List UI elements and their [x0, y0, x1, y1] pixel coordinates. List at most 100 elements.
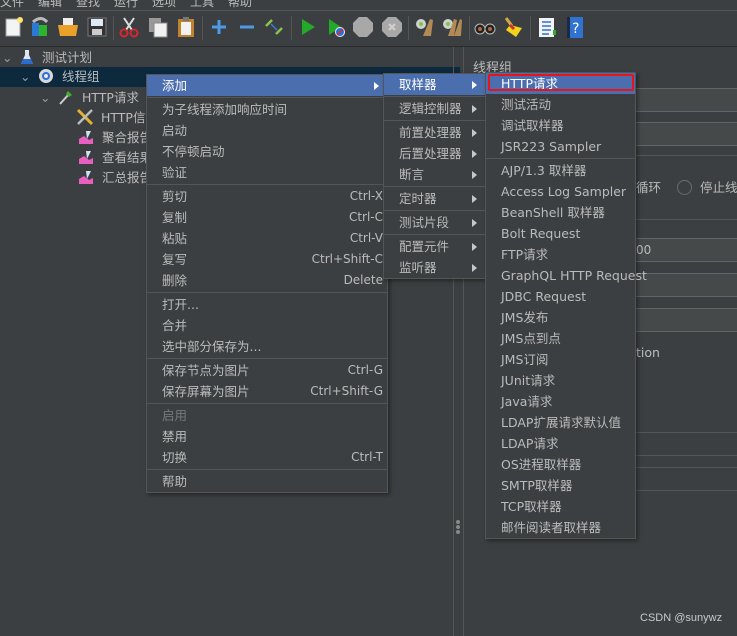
menu-item-pre-processors[interactable]: 前置处理器 — [384, 122, 485, 143]
menu-item-open[interactable]: 打开... — [147, 294, 387, 315]
menu-item-graphql-request[interactable]: GraphQL HTTP Request — [486, 265, 647, 286]
menu-options[interactable]: 选项 — [152, 0, 176, 10]
duration-field[interactable] — [636, 308, 737, 332]
shutdown-icon[interactable] — [381, 16, 403, 38]
clear-all-icon[interactable] — [441, 16, 463, 38]
tree-item-aggregate-report[interactable]: 聚合报告 — [78, 128, 152, 148]
tree-item-http-request[interactable]: ⌄ HTTP请求 — [40, 88, 139, 108]
chevron-down-icon[interactable]: ⌄ — [2, 48, 14, 68]
chevron-down-icon[interactable]: ⌄ — [40, 88, 52, 108]
expand-all-icon[interactable] — [208, 16, 230, 38]
chevron-down-icon[interactable]: ⌄ — [20, 67, 32, 87]
menu-item-listener[interactable]: 监听器 — [384, 257, 485, 278]
menu-item-add[interactable]: 添加 — [147, 75, 387, 96]
cut-icon[interactable] — [118, 16, 140, 38]
menu-item-label: 保存屏幕为图片 — [162, 384, 250, 399]
menu-item-jms-point-to-point[interactable]: JMS点到点 — [486, 328, 635, 349]
menu-item-start-no-pauses[interactable]: 不停顿启动 — [147, 141, 387, 162]
menu-item-smtp-sampler[interactable]: SMTP取样器 — [486, 475, 635, 496]
loop-count-field[interactable] — [636, 273, 737, 297]
menu-file[interactable]: 文件 — [0, 0, 24, 10]
open-icon[interactable] — [57, 16, 79, 38]
start-no-pauses-icon[interactable] — [325, 16, 347, 38]
tree-item-test-plan[interactable]: ⌄ 测试计划 — [2, 48, 92, 68]
menu-item-logic-controller[interactable]: 逻辑控制器 — [384, 98, 485, 119]
search-icon[interactable] — [474, 16, 496, 38]
menu-item-test-fragment[interactable]: 测试片段 — [384, 212, 485, 233]
menu-tools[interactable]: 工具 — [190, 0, 214, 10]
menu-item-save-selection-as[interactable]: 选中部分保存为... — [147, 336, 387, 357]
menu-item-jms-publisher[interactable]: JMS发布 — [486, 307, 635, 328]
tree-item-summary-report[interactable]: 汇总报告 — [78, 168, 152, 188]
menu-item-bolt-request[interactable]: Bolt Request — [486, 223, 635, 244]
start-icon[interactable] — [297, 16, 319, 38]
paste-icon[interactable] — [175, 16, 197, 38]
menu-item-jms-subscriber[interactable]: JMS订阅 — [486, 349, 635, 370]
menu-item-assertions[interactable]: 断言 — [384, 164, 485, 185]
clear-icon[interactable] — [413, 16, 435, 38]
menu-item-java-request[interactable]: Java请求 — [486, 391, 635, 412]
menu-item-save-screen-as-image[interactable]: 保存屏幕为图片 Ctrl+Shift-G — [147, 381, 387, 402]
templates-icon[interactable] — [30, 16, 52, 38]
menu-item-access-log-sampler[interactable]: Access Log Sampler — [486, 181, 635, 202]
menu-item-jsr223-sampler[interactable]: JSR223 Sampler — [486, 136, 635, 157]
menu-item-merge[interactable]: 合并 — [147, 315, 387, 336]
menu-item-duplicate[interactable]: 复写 Ctrl+Shift-C — [147, 249, 387, 270]
menu-item-debug-sampler[interactable]: 调试取样器 — [486, 115, 635, 136]
ramp-up-field[interactable]: 00 — [636, 238, 737, 262]
menu-item-disable[interactable]: 禁用 — [147, 426, 387, 447]
menu-item-label: GraphQL HTTP Request — [501, 268, 647, 283]
stop-icon[interactable] — [352, 16, 374, 38]
menu-item-start[interactable]: 启动 — [147, 120, 387, 141]
menu-item-copy[interactable]: 复制 Ctrl-C — [147, 207, 387, 228]
menu-item-label: 测试活动 — [501, 97, 552, 112]
menu-item-validate[interactable]: 验证 — [147, 162, 387, 183]
menu-item-help[interactable]: 帮助 — [147, 471, 387, 492]
grip-dot — [456, 520, 460, 524]
comments-field[interactable] — [636, 122, 737, 146]
menu-edit[interactable]: 编辑 — [38, 0, 62, 10]
menu-item-label: 前置处理器 — [399, 125, 462, 140]
menu-run[interactable]: 运行 — [114, 0, 138, 10]
name-field[interactable] — [636, 88, 737, 112]
function-helper-icon[interactable] — [536, 16, 558, 38]
menu-item-config-element[interactable]: 配置元件 — [384, 236, 485, 257]
menu-item-http-request[interactable]: HTTP请求 — [486, 73, 635, 94]
toggle-icon[interactable] — [263, 16, 285, 38]
menu-item-label: 验证 — [162, 165, 188, 180]
menu-item-cut[interactable]: 剪切 Ctrl-X — [147, 186, 387, 207]
menu-item-tcp-sampler[interactable]: TCP取样器 — [486, 496, 635, 517]
menu-item-beanshell-sampler[interactable]: BeanShell 取样器 — [486, 202, 635, 223]
menu-item-ftp-request[interactable]: FTP请求 — [486, 244, 635, 265]
reset-search-icon[interactable] — [502, 16, 524, 38]
menu-help[interactable]: 帮助 — [228, 0, 252, 10]
collapse-all-icon[interactable] — [236, 16, 258, 38]
menu-search[interactable]: 查找 — [76, 0, 100, 10]
help-icon[interactable]: ? — [564, 16, 586, 38]
copy-icon[interactable] — [147, 16, 169, 38]
menu-item-label: 打开... — [162, 297, 199, 312]
menu-item-paste[interactable]: 粘贴 Ctrl-V — [147, 228, 387, 249]
menu-item-ldap-request[interactable]: LDAP请求 — [486, 433, 635, 454]
menu-item-test-action[interactable]: 测试活动 — [486, 94, 635, 115]
menu-item-ldap-extended-request[interactable]: LDAP扩展请求默认值 — [486, 412, 635, 433]
tree-item-thread-group[interactable]: ⌄ 线程组 — [20, 67, 99, 87]
menu-item-os-process-sampler[interactable]: OS进程取样器 — [486, 454, 635, 475]
menu-item-ajp-sampler[interactable]: AJP/1.3 取样器 — [486, 160, 635, 181]
menu-item-post-processors[interactable]: 后置处理器 — [384, 143, 485, 164]
menu-separator — [384, 186, 485, 187]
listener-icon — [79, 171, 93, 184]
save-icon[interactable] — [86, 16, 108, 38]
menu-item-jdbc-request[interactable]: JDBC Request — [486, 286, 635, 307]
menu-item-timer[interactable]: 定时器 — [384, 188, 485, 209]
new-icon[interactable] — [3, 16, 25, 38]
menu-item-junit-request[interactable]: JUnit请求 — [486, 370, 635, 391]
menu-item-add-think-times[interactable]: 为子线程添加响应时间 — [147, 99, 387, 120]
menu-item-sampler[interactable]: 取样器 — [384, 74, 485, 95]
menu-item-delete[interactable]: 删除 Delete — [147, 270, 387, 291]
menu-item-save-node-as-image[interactable]: 保存节点为图片 Ctrl-G — [147, 360, 387, 381]
menu-item-toggle[interactable]: 切换 Ctrl-T — [147, 447, 387, 468]
stop-thread-radio[interactable] — [677, 180, 692, 195]
menu-item-mail-reader-sampler[interactable]: 邮件阅读者取样器 — [486, 517, 635, 538]
tree-item-label: 聚合报告 — [101, 130, 152, 145]
